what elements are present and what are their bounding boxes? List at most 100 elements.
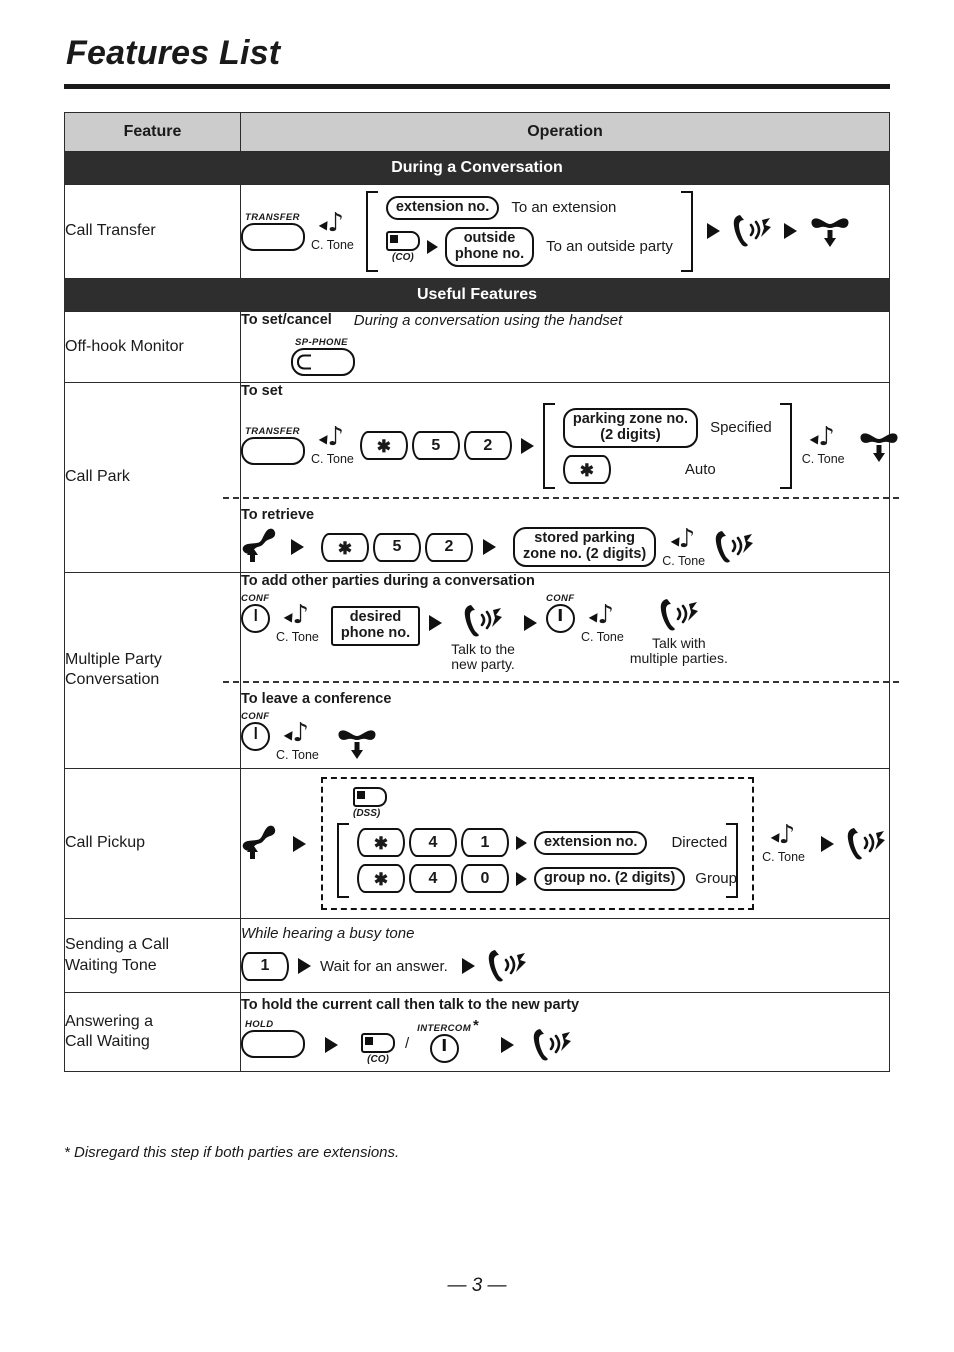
desired-phone-no-key[interactable]: desired phone no. [330,605,421,646]
keypad-key[interactable]: 5 [411,431,460,461]
to-retrieve-label: To retrieve [241,506,315,523]
arrow-right-icon [483,539,496,556]
bracket-left [542,402,555,489]
pickup-option-group: ✱ 4 0 group no. (2 digits) Group [357,864,737,894]
keypad-key[interactable]: 2 [463,431,512,461]
park-option-auto: ✱ Auto [562,454,772,484]
co-button-body [385,230,420,251]
operation-multiple-party-conversation: To add other parties during a conversati… [223,571,899,770]
bracket-left [337,823,349,899]
hang-up-handset-icon [333,725,383,761]
keypad-key[interactable]: 4 [409,828,457,858]
operation-sending-a-call-waiting-tone: While hearing a busy tone 1 Wait for an … [240,918,890,994]
header-feature: Feature [64,112,241,152]
talk-handset-icon [843,824,889,864]
busy-tone-condition-label: While hearing a busy tone [241,925,415,943]
stored-parking-zone-key[interactable]: stored parking zone no. (2 digits) [513,527,657,568]
keypad-key[interactable]: ✱ [359,431,408,461]
group-no-key[interactable]: group no. (2 digits) [534,866,686,891]
section-label: Useful Features [64,277,890,312]
conf-button[interactable]: CONF [545,593,575,633]
bracket-right [726,823,739,899]
arrow-right-icon [821,835,834,852]
conf-button[interactable]: CONF [241,593,270,633]
hold-button[interactable]: HOLD [241,1019,305,1059]
keypad-key[interactable]: ✱ [321,532,369,562]
conf-button[interactable]: CONF [241,711,270,752]
c-tone-icon: ♪ C. Tone [662,523,706,568]
row-divider [223,496,899,499]
hang-up-handset-icon [855,428,905,464]
table-row-off-hook-monitor: Off-hook Monitor To set/cancel During a … [64,310,890,383]
transfer-button-body [241,222,305,251]
arrow-right-icon [523,614,537,631]
keypad-key[interactable]: 5 [373,532,421,562]
hold-button-body [241,1030,305,1059]
c-tone-icon: ♪ C. Tone [311,422,354,467]
keypad-key[interactable]: 1 [461,828,509,858]
talk-handset-icon [711,527,757,567]
row-divider [223,681,899,684]
features-table: Feature Operation During a Conversation … [64,112,899,1073]
specified-label: Specified [710,419,772,437]
outside-phone-no-key[interactable]: outside phone no. [444,226,535,267]
parking-zone-no-key[interactable]: parking zone no. (2 digits) [562,407,699,448]
lift-handset-icon [241,825,285,863]
slash-separator: / [405,1035,410,1053]
park-option-specified: parking zone no. (2 digits) Specified [562,407,772,448]
keypad-key-star[interactable]: ✱ [562,454,611,484]
to-add-parties-label: To add other parties during a conversati… [241,572,535,589]
co-button[interactable]: (CO) [361,1033,395,1065]
table-row-answering-a-call-waiting: Answering a Call Waiting To hold the cur… [64,992,890,1073]
to-an-outside-party-label: To an outside party [546,238,673,256]
dss-button-body [353,787,387,808]
lift-handset-icon [241,528,285,566]
transfer-options-bracket: extension no. To an extension (CO) outsi… [365,191,693,272]
feature-name-multiple-party-conversation: Multiple Party Conversation [64,571,241,770]
hang-up-handset-icon [806,213,856,249]
arrow-right-icon [706,223,720,240]
extension-no-key[interactable]: extension no. [534,830,648,855]
table-row-call-pickup: Call Pickup (DSS) ✱ 4 1 extension no. Di… [64,768,890,920]
arrow-right-icon [783,223,797,240]
feature-name-off-hook-monitor: Off-hook Monitor [64,310,241,383]
transfer-button[interactable]: TRANSFER [241,212,305,251]
keypad-key[interactable]: 2 [425,532,473,562]
arrow-right-icon [461,958,475,975]
c-tone-icon: ♪ C. Tone [801,422,845,467]
keypad-key[interactable]: ✱ [357,828,405,858]
co-button[interactable]: (CO) [385,230,420,263]
table-header-row: Feature Operation [64,112,890,152]
condition-label: During a conversation using the handset [353,311,623,329]
keypad-key[interactable]: ✱ [357,864,405,894]
arrow-right-icon [291,539,304,556]
transfer-button[interactable]: TRANSFER [241,426,305,466]
operation-call-pickup: (DSS) ✱ 4 1 extension no. Directed ✱ 4 0… [240,768,890,920]
bracket-left [365,191,378,272]
arrow-right-icon [516,871,527,886]
extension-no-key[interactable]: extension no. [385,196,500,220]
feature-name-call-pickup: Call Pickup [64,768,241,920]
feature-name-answering-a-call-waiting: Answering a Call Waiting [64,992,241,1073]
keypad-key[interactable]: 4 [409,864,457,894]
keypad-key[interactable]: 0 [461,864,509,894]
hold-instruction-label: To hold the current call then talk to th… [241,997,580,1014]
c-tone-icon: ♪ C. Tone [311,207,354,252]
talk-handset-icon [460,601,506,641]
arrow-right-icon [298,958,311,975]
intercom-button[interactable]: INTERCOM [417,1023,471,1064]
header-operation: Operation [240,112,890,152]
keypad-key[interactable]: 1 [241,951,289,981]
dss-button[interactable]: (DSS) [353,787,738,819]
document-page: Features List Feature Operation During a… [0,0,954,1352]
sp-phone-button[interactable]: SP-PHONE [291,337,355,376]
bracket-right [680,191,693,272]
section-header-during-a-conversation: During a Conversation [64,151,890,185]
auto-label: Auto [684,460,716,478]
page-title: Features List [66,34,281,72]
talk-handset-icon [529,1025,575,1065]
co-button-body [361,1033,395,1054]
pickup-options-bracket: ✱ 4 1 extension no. Directed ✱ 4 0 group… [337,823,739,899]
park-options-bracket: parking zone no. (2 digits) Specified ✱ … [542,402,792,489]
pickup-option-directed: ✱ 4 1 extension no. Directed [357,828,727,858]
